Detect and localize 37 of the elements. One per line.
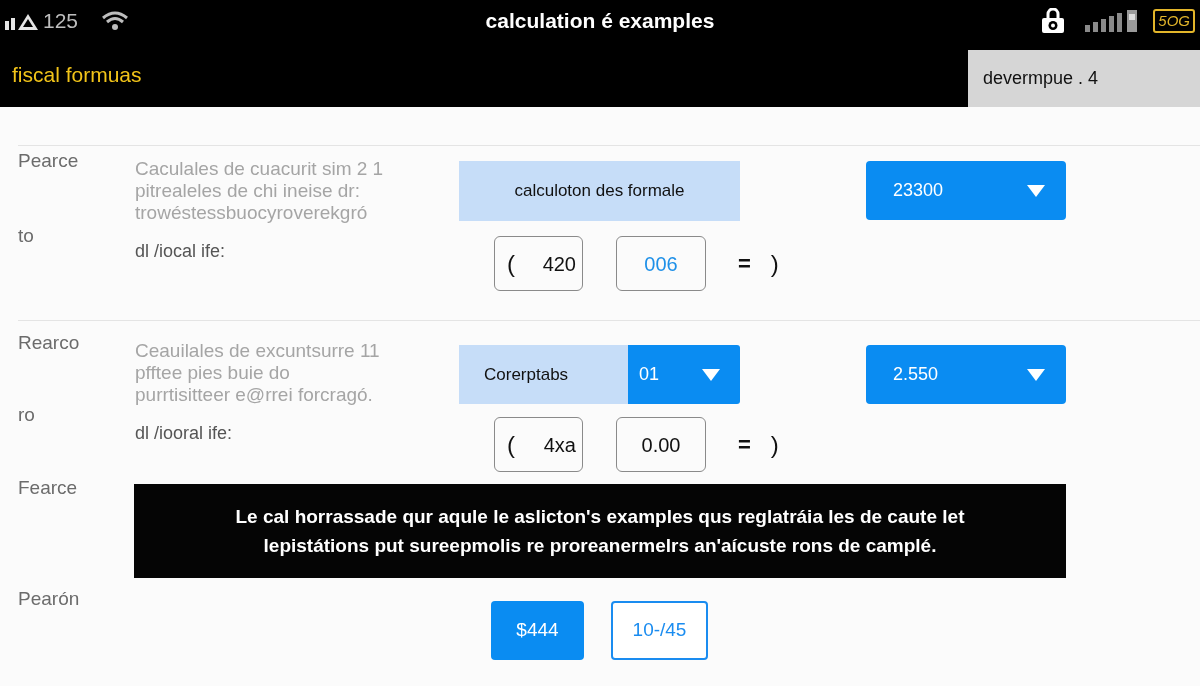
wifi-icon [102,11,129,31]
note-text: dl /iocal ife: [135,240,227,263]
result-text: ) [770,429,779,460]
header-title: fiscal formuas [11,61,142,88]
value-dropdown[interactable]: 01 [628,345,740,404]
result-text: ) [770,248,779,279]
description-text: Ceauilales de excuntsurre 11 pfftee pies buie do purrtisitteer e@rrei forcragó. [135,340,381,406]
caret-icon [1027,184,1045,197]
row-label: Pearón [18,587,81,611]
caret-icon [1027,368,1045,381]
equals-sign: = [738,431,751,459]
input-field[interactable]: 006 [616,236,706,291]
lock-icon [1041,8,1066,34]
signal-text: 125 [43,8,79,35]
secondary-button[interactable]: 10-/45 [611,601,708,660]
formula-label-panel: calculoton des formale [459,161,740,221]
notice-text: Le cal horrassade qur aqule le aslicton's examples qus reglatráia les de caute let lepistátions put sureepmolis re proreanermelrs an'aícuste rons de camplé. [235,505,965,558]
caret-icon [702,368,720,381]
note-text: dl /iooral ife: [135,422,234,445]
description-text: Caculales de cuacurit sim 2 1 pitrealeles de chi ineise dr: trowéstessbuocyroverekgró [135,158,385,224]
amount-dropdown[interactable]: 2.550 [866,345,1066,404]
signal-icon [5,12,39,30]
equals-sign: = [738,250,751,278]
category-label-panel: Corerptabs [459,345,628,404]
network-badge: 5OG [1153,9,1195,33]
row-label: to [18,224,35,248]
amount-dropdown[interactable]: 23300 [866,161,1066,220]
primary-button[interactable]: $444 [491,601,584,660]
row-label: Fearce [18,476,79,500]
input-field[interactable]: ( 420 [494,236,583,291]
input-field[interactable]: 0.00 [616,417,706,472]
window-title: calculation é examples [485,8,715,35]
input-field[interactable]: ( 4xa [494,417,583,472]
row-label: ro [18,403,36,427]
header-tab[interactable]: devermpue . 4 [968,50,1200,107]
row-label: Pearce [18,149,80,173]
row-label: Rearco [18,331,81,355]
